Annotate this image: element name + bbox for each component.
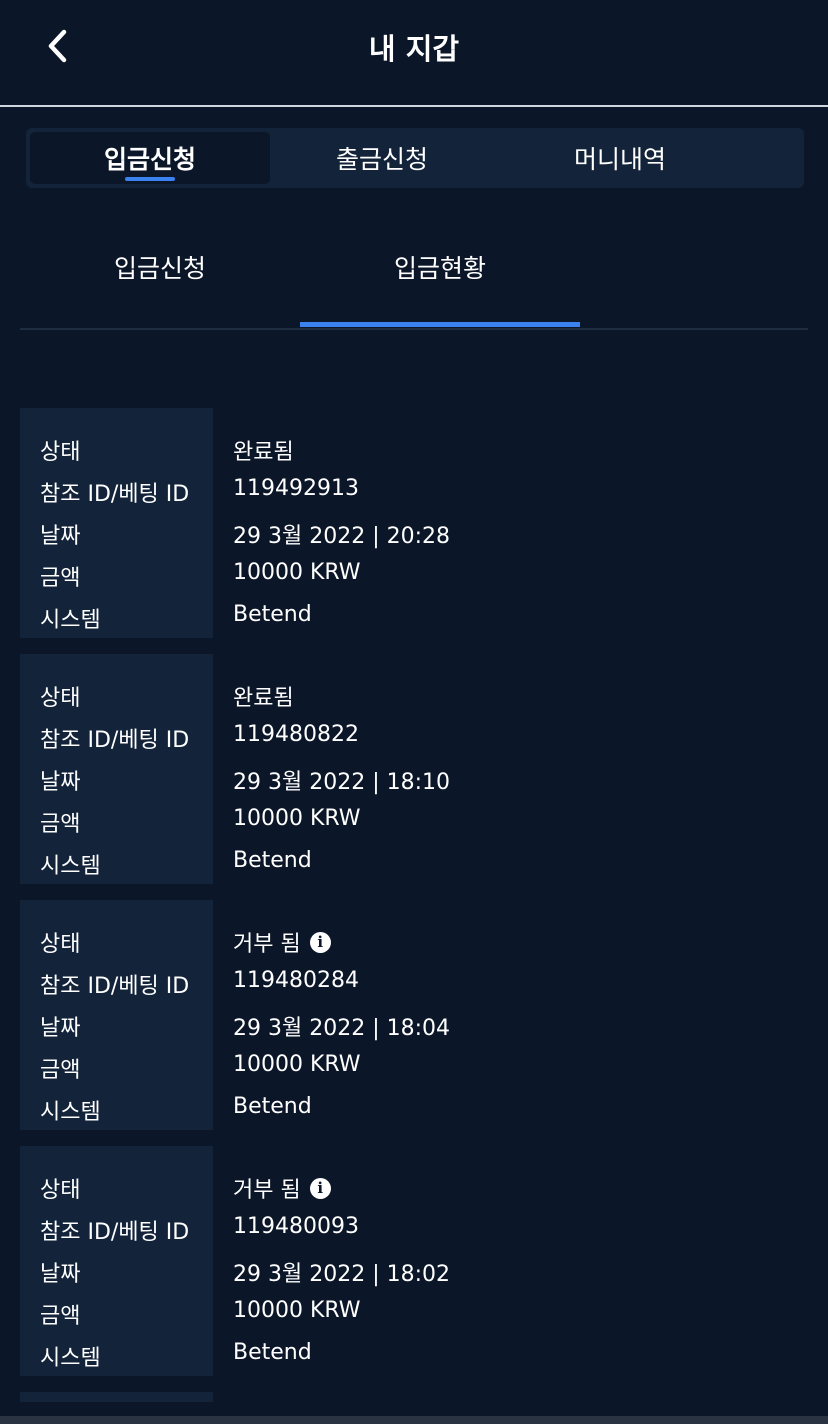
system-value: Betend xyxy=(233,602,312,627)
amount-row: 금액 10000 KRW xyxy=(20,1292,808,1332)
subtab-deposit-request[interactable]: 입금신청 xyxy=(20,222,300,312)
subtab-label: 입금현황 xyxy=(393,254,486,283)
amount-row: 금액 10000 KRW xyxy=(20,800,808,840)
tab-withdraw-request[interactable]: 출금신청 xyxy=(262,132,502,184)
ref-id-label: 참조 ID/베팅 ID xyxy=(40,974,190,999)
system-value: Betend xyxy=(233,1094,312,1119)
status-text: 거부 됨 xyxy=(233,932,301,957)
subtab-deposit-status[interactable]: 입금현황 xyxy=(300,222,580,327)
ref-id-row: 참조 ID/베팅 ID 119480093 xyxy=(20,1208,808,1248)
tab-label: 입금신청 xyxy=(103,145,196,174)
amount-value: 10000 KRW xyxy=(233,1052,361,1077)
ref-id-row: 참조 ID/베팅 ID 119480284 xyxy=(20,962,808,1002)
tab-money-history[interactable]: 머니내역 xyxy=(500,132,740,184)
status-row: 상태 거부 됨 i xyxy=(20,920,808,960)
system-value: Betend xyxy=(233,1340,312,1365)
date-label: 날짜 xyxy=(40,1016,81,1041)
amount-row: 금액 10000 KRW xyxy=(20,1046,808,1086)
status-label: 상태 xyxy=(40,686,81,711)
tab-deposit-request[interactable]: 입금신청 xyxy=(30,132,270,184)
status-text: 완료됨 xyxy=(233,686,294,711)
status-label: 상태 xyxy=(40,1178,81,1203)
amount-label: 금액 xyxy=(40,1058,81,1083)
deposit-record: 상태 완료됨 참조 ID/베팅 ID 119480822 날짜 29 3월 20… xyxy=(20,654,808,884)
status-label: 상태 xyxy=(40,932,81,957)
amount-row: 금액 10000 KRW xyxy=(20,554,808,594)
amount-label: 금액 xyxy=(40,1304,81,1329)
date-row: 날짜 29 3월 2022 | 18:02 xyxy=(20,1250,808,1290)
status-row: 상태 완료됨 xyxy=(20,428,808,468)
amount-value: 10000 KRW xyxy=(233,560,361,585)
status-text: 거부 됨 xyxy=(233,1178,301,1203)
date-label: 날짜 xyxy=(40,770,81,795)
system-row: 시스템 Betend xyxy=(20,1334,808,1374)
status-value: 완료됨 xyxy=(233,680,294,712)
amount-value: 10000 KRW xyxy=(233,1298,361,1323)
date-row: 날짜 29 3월 2022 | 20:28 xyxy=(20,512,808,552)
info-icon[interactable]: i xyxy=(309,1177,331,1199)
date-row: 날짜 29 3월 2022 | 18:04 xyxy=(20,1004,808,1044)
date-row: 날짜 29 3월 2022 | 18:10 xyxy=(20,758,808,798)
main-tab-bar: 입금신청 출금신청 머니내역 xyxy=(26,128,804,188)
status-text: 완료됨 xyxy=(233,440,294,465)
amount-label: 금액 xyxy=(40,812,81,837)
system-label: 시스템 xyxy=(40,608,101,633)
deposit-record: 상태 거부 됨 i 참조 ID/베팅 ID 119480284 날짜 29 3월 … xyxy=(20,900,808,1130)
system-row: 시스템 Betend xyxy=(20,596,808,636)
status-value: 거부 됨 i xyxy=(233,926,331,958)
date-value: 29 3월 2022 | 18:04 xyxy=(233,1016,451,1041)
ref-id-label: 참조 ID/베팅 ID xyxy=(40,482,190,507)
system-label: 시스템 xyxy=(40,1100,101,1125)
date-label: 날짜 xyxy=(40,1262,81,1287)
status-row: 상태 거부 됨 i xyxy=(20,1166,808,1206)
system-value: Betend xyxy=(233,848,312,873)
bottom-bar xyxy=(0,1416,828,1424)
status-row: 상태 완료됨 xyxy=(20,674,808,714)
system-row: 시스템 Betend xyxy=(20,842,808,882)
active-subtab-indicator xyxy=(300,322,580,327)
active-tab-underline xyxy=(125,177,175,181)
tab-label: 출금신청 xyxy=(335,145,428,174)
ref-id-label: 참조 ID/베팅 ID xyxy=(40,1220,190,1245)
date-value: 29 3월 2022 | 20:28 xyxy=(233,524,451,549)
sub-tab-bar: 입금신청 입금현황 xyxy=(20,222,808,330)
ref-id-row: 참조 ID/베팅 ID 119492913 xyxy=(20,470,808,510)
page-title: 내 지갑 xyxy=(368,32,460,66)
next-record-peek xyxy=(20,1392,213,1402)
ref-id-value: 119492913 xyxy=(233,476,359,501)
status-value: 완료됨 xyxy=(233,434,294,466)
ref-id-label: 참조 ID/베팅 ID xyxy=(40,728,190,753)
date-label: 날짜 xyxy=(40,524,81,549)
status-value: 거부 됨 i xyxy=(233,1172,331,1204)
date-value: 29 3월 2022 | 18:10 xyxy=(233,770,451,795)
date-value: 29 3월 2022 | 18:02 xyxy=(233,1262,451,1287)
ref-id-value: 119480284 xyxy=(233,968,359,993)
system-row: 시스템 Betend xyxy=(20,1088,808,1128)
ref-id-value: 119480822 xyxy=(233,722,359,747)
amount-label: 금액 xyxy=(40,566,81,591)
top-bar: 내 지갑 xyxy=(0,0,828,107)
deposit-record: 상태 완료됨 참조 ID/베팅 ID 119492913 날짜 29 3월 20… xyxy=(20,408,808,638)
tab-label: 머니내역 xyxy=(573,145,666,174)
ref-id-row: 참조 ID/베팅 ID 119480822 xyxy=(20,716,808,756)
deposit-record: 상태 거부 됨 i 참조 ID/베팅 ID 119480093 날짜 29 3월 … xyxy=(20,1146,808,1376)
subtab-label: 입금신청 xyxy=(113,254,206,283)
system-label: 시스템 xyxy=(40,854,101,879)
info-icon[interactable]: i xyxy=(309,931,331,953)
amount-value: 10000 KRW xyxy=(233,806,361,831)
status-label: 상태 xyxy=(40,440,81,465)
system-label: 시스템 xyxy=(40,1346,101,1371)
ref-id-value: 119480093 xyxy=(233,1214,359,1239)
